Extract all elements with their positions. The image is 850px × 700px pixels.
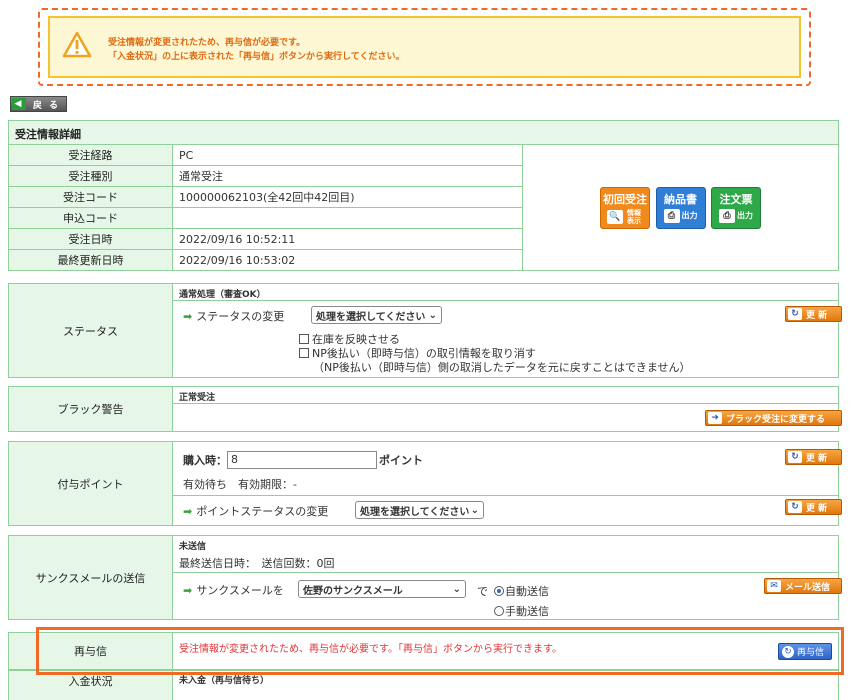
warning-callout: 受注情報が変更されたため、再与信が必要です。 「入金状況」の上に表示された「再与… [38, 8, 811, 86]
divider [173, 495, 838, 496]
black-warning-panel: ブラック警告 正常受注 ➜ ブラック受注に変更する [8, 386, 842, 432]
divider [173, 300, 838, 301]
first-order-info-button[interactable]: 初回受注 🔍 情報表示 [600, 186, 650, 229]
info-label: 受注コード [8, 186, 173, 208]
delivery-note-button[interactable]: 納品書 ⎙ 出力 [655, 186, 706, 229]
section-title: 受注情報詳細 [8, 120, 839, 144]
arrow-right-icon: ➡ [183, 309, 193, 323]
thanks-mail-select-label: サンクスメールを [196, 584, 284, 597]
point-status-change-label: ポイントステータスの変更 [196, 505, 329, 518]
warning-text: 受注情報が変更されたため、再与信が必要です。 「入金状況」の上に表示された「再与… [108, 36, 404, 64]
back-button[interactable]: ◀ 戻 る [10, 96, 67, 112]
info-label: 受注経路 [8, 144, 173, 166]
info-value: PC [172, 144, 523, 166]
order-form-title: 注文票 [719, 192, 753, 206]
info-value: 100000062103(全42回中42回目) [172, 186, 523, 208]
delivery-note-title: 納品書 [664, 192, 697, 206]
point-status-update-button[interactable]: ↻ 更 新 [785, 499, 842, 515]
status-select-value: 処理を選択してください [316, 311, 426, 323]
info-label: 最終更新日時 [8, 249, 173, 271]
delivery-note-sub: 出力 [681, 211, 698, 220]
auto-send-label: 自動送信 [505, 585, 549, 598]
thanks-de: で [477, 585, 488, 598]
change-to-black-label: ブラック受注に変更する [726, 414, 826, 425]
auto-send-option[interactable]: 自動送信 [494, 583, 549, 599]
payment-label: 入金状況 [9, 671, 173, 700]
purchase-label: 購入時： [183, 454, 227, 467]
chevron-down-icon: ⌄ [428, 309, 437, 321]
status-select[interactable]: 処理を選択してください ⌄ [311, 306, 442, 324]
manual-send-radio[interactable] [494, 606, 504, 616]
status-update-label: 更 新 [806, 310, 828, 321]
status-panel: ステータス 通常処理（審査OK） ➡ ステータスの変更 処理を選択してください … [8, 283, 842, 378]
arrow-in-icon: ➜ [708, 412, 722, 424]
change-to-black-button[interactable]: ➜ ブラック受注に変更する [705, 410, 842, 426]
manual-send-label: 手動送信 [505, 605, 549, 618]
recredit-highlight [36, 627, 844, 675]
auto-send-radio[interactable] [494, 586, 504, 596]
warning-line-2: 「入金状況」の上に表示された「再与信」ボタンから実行してください。 [108, 52, 405, 62]
send-mail-label: メール送信 [785, 582, 831, 593]
warning-line-1: 受注情報が変更されたため、再与信が必要です。 [108, 38, 306, 48]
thanks-current: 未送信 [179, 542, 207, 552]
np-cancel-note: （NP後払い（即時与信）側の取消したデータを元に戻すことはできません） [313, 361, 691, 374]
info-label: 申込コード [8, 207, 173, 229]
send-mail-button[interactable]: ✉ メール送信 [764, 578, 842, 594]
refresh-icon: ↻ [788, 501, 802, 513]
first-order-title: 初回受注 [603, 192, 647, 206]
first-order-sub: 情報表示 [627, 208, 641, 225]
points-pending: 有効待ち 有効期限：- [183, 478, 297, 491]
points-update-label: 更 新 [806, 453, 828, 464]
thanks-mail-panel: サンクスメールの送信 未送信 最終送信日時： 送信回数：0回 ➡ サンクスメール… [8, 535, 842, 620]
back-button-label: 戻 る [32, 100, 60, 111]
point-status-select-value: 処理を選択してください [360, 506, 470, 518]
warning-box: 受注情報が変更されたため、再与信が必要です。 「入金状況」の上に表示された「再与… [48, 16, 801, 78]
mail-icon: ✉ [767, 580, 781, 592]
black-warning-label: ブラック警告 [9, 387, 173, 431]
magnifier-icon: 🔍 [607, 209, 623, 224]
info-label: 受注種別 [8, 165, 173, 187]
info-value: 通常受注 [172, 165, 523, 187]
divider [173, 572, 838, 573]
status-label: ステータス [9, 284, 173, 377]
back-arrow-icon: ◀ [12, 98, 26, 110]
thanks-mail-select[interactable]: 佐野のサンクスメール ⌄ [298, 580, 466, 598]
printer-icon: ⎙ [663, 208, 680, 223]
status-update-button[interactable]: ↻ 更 新 [785, 306, 842, 322]
arrow-right-icon: ➡ [183, 583, 193, 597]
status-current: 通常処理（審査OK） [179, 290, 266, 300]
reflect-stock-checkbox[interactable] [299, 334, 309, 344]
manual-send-option[interactable]: 手動送信 [494, 603, 549, 619]
points-label: 付与ポイント [9, 442, 173, 525]
points-update-button[interactable]: ↻ 更 新 [785, 449, 842, 465]
divider [173, 403, 838, 404]
info-label: 受注日時 [8, 228, 173, 250]
order-info-table: 受注経路 PC 初回受注 🔍 情報表示 納品書 ⎙ 出力 注文票 ⎙ 出力 受注種別通… [8, 144, 839, 271]
points-panel: 付与ポイント 購入時： 8 ポイント 有効待ち 有効期限：- ↻ 更 新 ➡ ポイ… [8, 441, 842, 526]
order-form-sub: 出力 [737, 211, 753, 220]
printer-icon: ⎙ [719, 208, 735, 223]
warning-icon [62, 31, 92, 61]
info-value: 2022/09/16 10:53:02 [172, 249, 523, 271]
points-unit: ポイント [379, 454, 423, 467]
purchase-points-input[interactable]: 8 [227, 451, 377, 469]
info-value [172, 207, 523, 229]
arrow-right-icon: ➡ [183, 504, 193, 518]
info-value: 2022/09/16 10:52:11 [172, 228, 523, 250]
refresh-icon: ↻ [788, 451, 802, 463]
thanks-mail-select-value: 佐野のサンクスメール [303, 585, 403, 597]
thanks-mail-label: サンクスメールの送信 [9, 536, 173, 619]
status-change-label: ステータスの変更 [196, 310, 285, 323]
thanks-last-sent: 最終送信日時： 送信回数：0回 [179, 557, 335, 570]
refresh-icon: ↻ [788, 308, 802, 320]
point-status-update-label: 更 新 [806, 503, 828, 514]
order-form-button[interactable]: 注文票 ⎙ 出力 [711, 186, 761, 229]
np-cancel-checkbox[interactable] [299, 348, 309, 358]
chevron-down-icon: ⌄ [470, 504, 479, 516]
black-current: 正常受注 [179, 393, 216, 403]
document-buttons-cell: 初回受注 🔍 情報表示 納品書 ⎙ 出力 注文票 ⎙ 出力 [522, 144, 839, 271]
chevron-down-icon: ⌄ [452, 583, 461, 595]
point-status-select[interactable]: 処理を選択してください ⌄ [355, 501, 484, 519]
